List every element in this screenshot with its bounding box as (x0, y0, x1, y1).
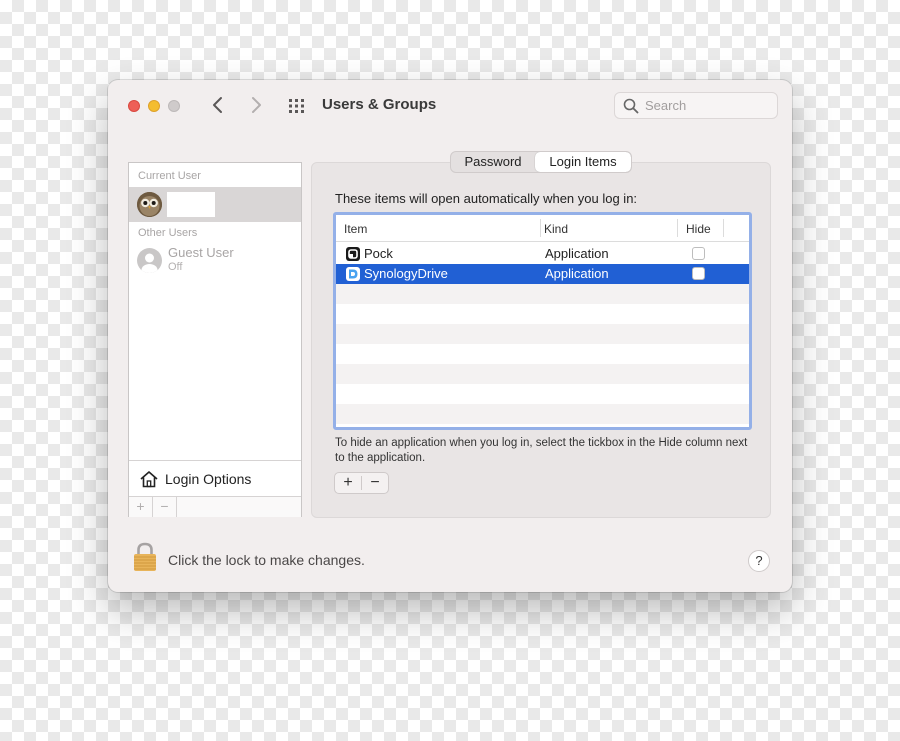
column-header-hide[interactable]: Hide (686, 222, 711, 236)
window-title: Users & Groups (322, 96, 437, 113)
table-header: Item Kind Hide (336, 215, 749, 242)
search-field[interactable] (614, 92, 778, 119)
help-button[interactable]: ? (748, 550, 770, 572)
chevron-right-icon (252, 97, 261, 113)
forward-button[interactable] (247, 94, 265, 116)
tab-login-items[interactable]: Login Items (535, 152, 631, 172)
synology-glyph-icon (349, 269, 358, 279)
search-input[interactable] (645, 96, 770, 115)
remove-user-button[interactable]: − (153, 497, 177, 517)
login-options-button[interactable]: Login Options (129, 460, 301, 496)
hide-checkbox[interactable] (692, 267, 705, 280)
column-header-kind[interactable]: Kind (544, 222, 568, 236)
guest-avatar (137, 248, 162, 273)
row-item-kind: Application (545, 246, 609, 261)
column-divider (540, 219, 541, 237)
user-name-redacted (167, 192, 215, 217)
hide-help-text: To hide an application when you log in, … (335, 437, 748, 464)
add-user-button[interactable]: + (129, 497, 153, 517)
user-list-footer: + − (129, 496, 301, 517)
table-row[interactable]: SynologyDrive Application (336, 264, 749, 284)
current-user-heading: Current User (138, 170, 201, 182)
remove-login-item-button[interactable]: − (362, 473, 388, 493)
hide-checkbox[interactable] (692, 247, 705, 260)
synology-drive-icon (346, 267, 360, 281)
avatar (137, 192, 162, 217)
lock-button[interactable] (132, 541, 158, 578)
guest-user-status: Off (168, 261, 183, 273)
chevron-left-icon (213, 97, 222, 113)
owl-avatar-icon (137, 192, 162, 217)
minimize-button[interactable] (148, 100, 160, 112)
empty-row (336, 324, 749, 344)
house-icon (140, 471, 158, 488)
other-users-heading: Other Users (138, 227, 198, 239)
title-bar: Users & Groups (108, 80, 792, 132)
login-items-intro: These items will open automatically when… (335, 191, 638, 206)
row-item-kind: Application (545, 266, 609, 281)
grid-icon (289, 99, 304, 113)
users-list: Current User Other Users Guest User Off … (128, 162, 302, 517)
column-divider (677, 219, 678, 237)
show-all-button[interactable] (288, 98, 306, 114)
guest-user-name[interactable]: Guest User (168, 245, 234, 260)
zoom-button[interactable] (168, 100, 180, 112)
empty-row (336, 364, 749, 384)
column-divider (723, 219, 724, 237)
row-item-name: SynologyDrive (364, 266, 448, 281)
current-user-row[interactable] (129, 187, 301, 222)
lock-message: Click the lock to make changes. (168, 552, 365, 568)
person-icon (141, 253, 158, 273)
pock-glyph-icon (348, 249, 358, 259)
search-icon (623, 98, 639, 114)
login-options-label: Login Options (165, 471, 252, 487)
tab-password[interactable]: Password (451, 152, 535, 172)
login-items-table[interactable]: Item Kind Hide Pock Application Synology… (333, 212, 752, 430)
add-remove-control: + − (334, 472, 389, 494)
row-item-name: Pock (364, 246, 393, 261)
lock-icon (134, 542, 156, 571)
add-login-item-button[interactable]: + (335, 473, 361, 493)
pock-icon (346, 247, 360, 261)
column-header-item[interactable]: Item (344, 222, 367, 236)
back-button[interactable] (209, 94, 227, 116)
close-button[interactable] (128, 100, 140, 112)
table-row[interactable]: Pock Application (336, 244, 749, 264)
users-groups-window: Users & Groups Current User (108, 80, 792, 592)
tab-bar: Password Login Items (450, 151, 632, 173)
empty-row (336, 404, 749, 424)
empty-row (336, 284, 749, 304)
